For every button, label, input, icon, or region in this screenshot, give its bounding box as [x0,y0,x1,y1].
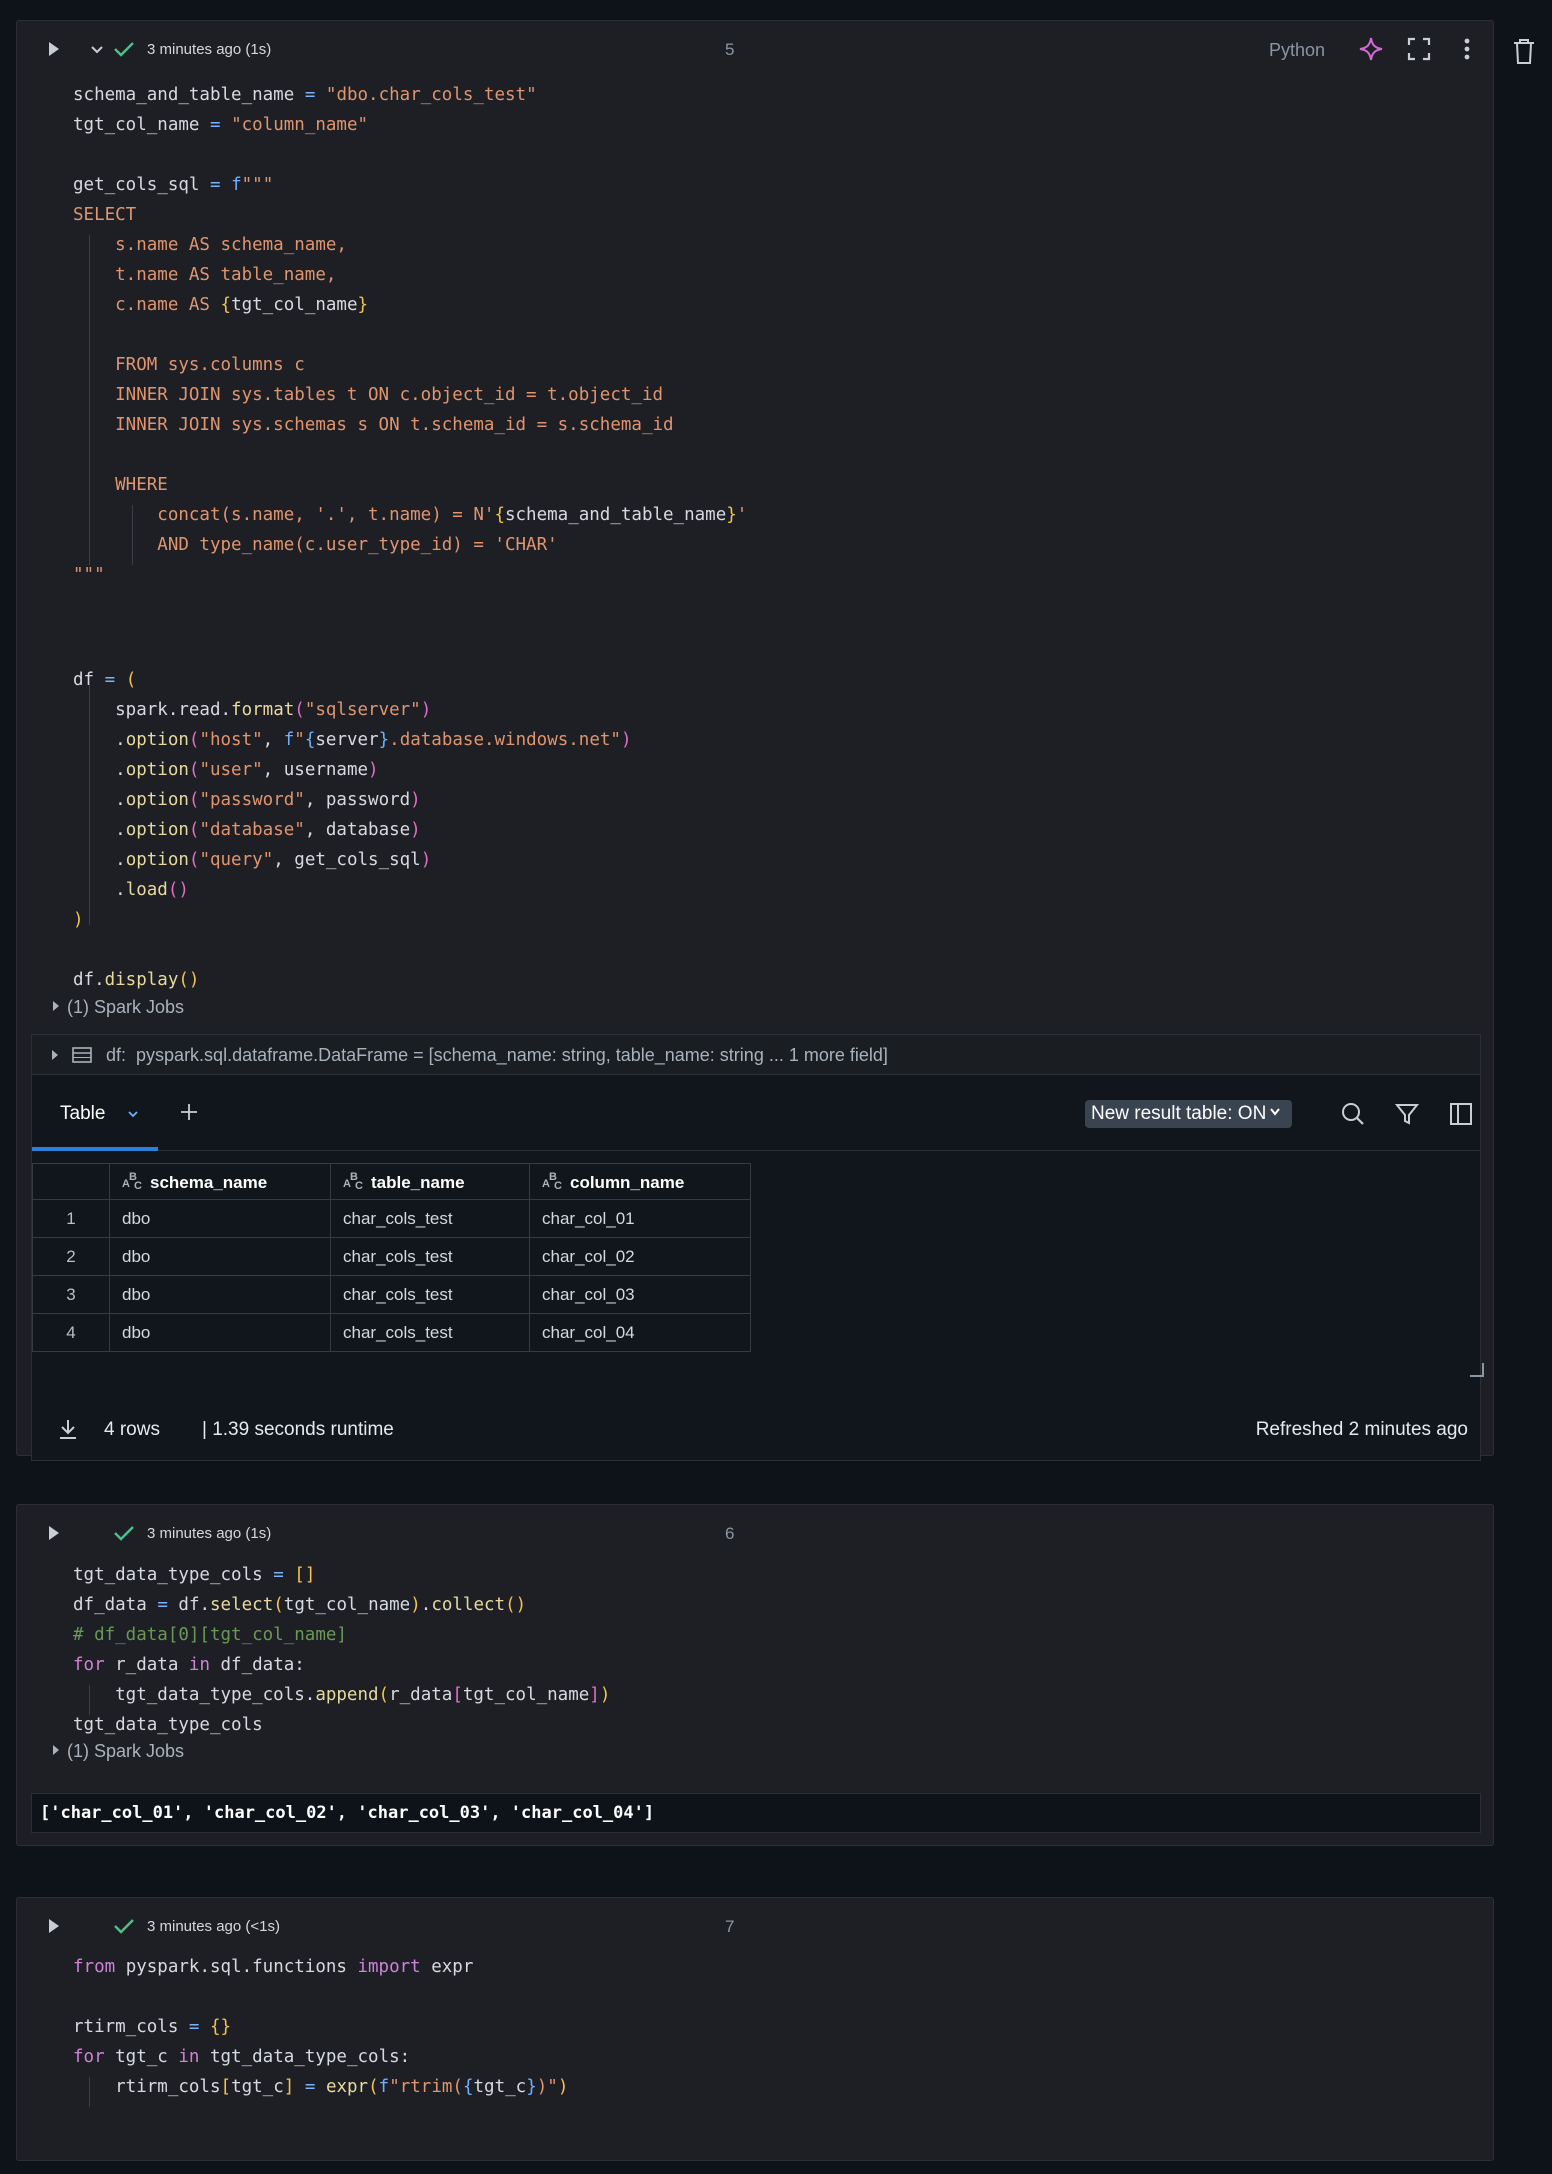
dataframe-schema-row[interactable]: df: pyspark.sql.dataframe.DataFrame = [s… [32,1035,1480,1075]
code-line: schema_and_table_name = "dbo.char_cols_t… [73,85,537,105]
cell-header: 3 minutes ago (<1s) 7 [17,1898,1493,1954]
runtime: | 1.39 seconds runtime [202,1419,394,1440]
cell-number: 7 [725,1917,735,1936]
notebook-cell-5: 3 minutes ago (1s) 5 Python schema_and_t… [16,20,1494,1461]
cell-header: 3 minutes ago (1s) 6 [17,1505,1493,1561]
table-icon [72,1047,92,1063]
plus-icon[interactable] [178,1101,200,1123]
code-line: tgt_data_type_cols [73,1715,263,1735]
code-line: INNER JOIN sys.schemas s ON t.schema_id … [73,415,674,435]
row-count: 4 rows [104,1419,160,1440]
code-line: spark.read.format("sqlserver") [73,700,432,720]
code-line: ) [73,910,84,930]
result-tabs: Table New result table: ON [32,1075,1480,1151]
run-icon [49,1919,59,1933]
cell-output: ['char_col_01', 'char_col_02', 'char_col… [31,1793,1481,1833]
code-line: t.name AS table_name, [73,265,337,285]
run-status: 3 minutes ago (<1s) [147,1918,280,1935]
code-line: AND type_name(c.user_type_id) = 'CHAR' [73,535,558,555]
fullscreen-icon[interactable] [1405,35,1433,63]
cell-number: 6 [725,1524,735,1543]
string-type-icon: ABC [343,1170,363,1192]
notebook-cell-7: 3 minutes ago (<1s) 7 from pyspark.sql.f… [16,1897,1494,2161]
row-index-header [32,1163,110,1200]
string-type-icon: ABC [542,1170,562,1192]
result-footer: 4 rows | 1.39 seconds runtime Refreshed … [32,1395,1480,1461]
code-line: .option("query", get_cols_sql) [73,850,432,870]
code-line: rtirm_cols = {} [73,2017,232,2037]
download-icon[interactable] [56,1417,80,1441]
language-selector[interactable]: Python [1269,40,1325,61]
code-line: df_data = df.select(tgt_col_name).collec… [73,1595,527,1615]
run-status: 3 minutes ago (1s) [147,1525,272,1542]
column-header[interactable]: A B Ctable_name [330,1163,530,1200]
chevron-down-icon [1270,1108,1281,1116]
more-vertical-icon[interactable] [1453,35,1481,63]
trash-icon[interactable] [1510,36,1538,66]
code-line: WHERE [73,475,168,495]
code-line: .option("host", f"{server}.database.wind… [73,730,632,750]
chevron-down-icon[interactable] [126,1107,140,1121]
expand-triangle-icon [52,1050,58,1060]
filter-icon[interactable] [1394,1101,1420,1127]
code-line: df = ( [73,670,137,690]
run-icon [49,42,59,56]
chevron-down-icon [91,46,103,54]
run-status: 3 minutes ago (1s) [147,41,272,58]
check-icon [111,37,137,61]
code-line: .load() [73,880,189,900]
table-row: 3 dbo char_cols_test char_col_03 [32,1275,751,1314]
code-line: .option("password", password) [73,790,421,810]
df-label: df: [106,1045,127,1065]
column-header[interactable]: A B Cschema_name [109,1163,331,1200]
check-icon [111,1521,137,1545]
code-line: INNER JOIN sys.tables t ON c.object_id =… [73,385,664,405]
tab-table[interactable]: Table [32,1075,158,1151]
spark-jobs-toggle[interactable]: (1) Spark Jobs [53,997,184,1018]
result-panel: df: pyspark.sql.dataframe.DataFrame = [s… [31,1034,1484,1461]
table-header-row: A B Cschema_name A B Ctable_name A B Ccolumn_n… [32,1163,751,1200]
check-icon [111,1914,137,1938]
search-icon[interactable] [1340,1101,1366,1127]
assistant-sparkle-icon[interactable] [1357,35,1385,63]
notebook-cell-6: 3 minutes ago (1s) 6 tgt_data_type_cols … [16,1504,1494,1846]
table-row: 2 dbo char_cols_test char_col_02 [32,1237,751,1276]
code-line: .option("user", username) [73,760,379,780]
run-cell-button[interactable] [41,1521,65,1545]
cell-options-chevron[interactable] [85,37,109,61]
code-line: FROM sys.columns c [73,355,305,375]
code-line: # df_data[0][tgt_col_name] [73,1625,347,1645]
code-line: get_cols_sql = f""" [73,175,274,195]
sidebar-panel-icon[interactable] [1448,1101,1474,1127]
code-line: """ [73,565,105,585]
code-line: tgt_data_type_cols = [] [73,1565,316,1585]
spark-jobs-toggle[interactable]: (1) Spark Jobs [53,1741,184,1762]
code-line: concat(s.name, '.', t.name) = N'{schema_… [73,505,748,525]
cell-number: 5 [725,40,735,59]
run-cell-button[interactable] [41,1914,65,1938]
new-result-table-toggle[interactable]: New result table: ON [1085,1100,1293,1128]
code-line: tgt_col_name = "column_name" [73,115,369,135]
refreshed-time: Refreshed 2 minutes ago [1255,1419,1468,1440]
resize-handle[interactable] [1470,1363,1484,1377]
code-line: for r_data in df_data: [73,1655,305,1675]
column-header[interactable]: A B Ccolumn_name [529,1163,751,1200]
code-line: from pyspark.sql.functions import expr [73,1957,474,1977]
result-table: A B Cschema_name A B Ctable_name A B Ccolumn_n… [32,1163,751,1352]
run-icon [49,1526,59,1540]
code-line: s.name AS schema_name, [73,235,347,255]
table-row: 4 dbo char_cols_test char_col_04 [32,1313,751,1352]
code-line: for tgt_c in tgt_data_type_cols: [73,2047,411,2067]
code-line: rtirm_cols[tgt_c] = expr(f"rtrim({tgt_c}… [73,2077,569,2097]
code-line: tgt_data_type_cols.append(r_data[tgt_col… [73,1685,611,1705]
code-line: SELECT [73,205,137,225]
df-type: pyspark.sql.dataframe.DataFrame = [schem… [136,1045,888,1065]
code-line: c.name AS {tgt_col_name} [73,295,369,315]
code-line: df.display() [73,970,200,990]
run-cell-button[interactable] [41,37,65,61]
code-line: .option("database", database) [73,820,421,840]
table-row: 1 dbo char_cols_test char_col_01 [32,1199,751,1238]
string-type-icon: ABC [122,1170,142,1192]
cell-header: 3 minutes ago (1s) 5 Python [17,21,1493,77]
